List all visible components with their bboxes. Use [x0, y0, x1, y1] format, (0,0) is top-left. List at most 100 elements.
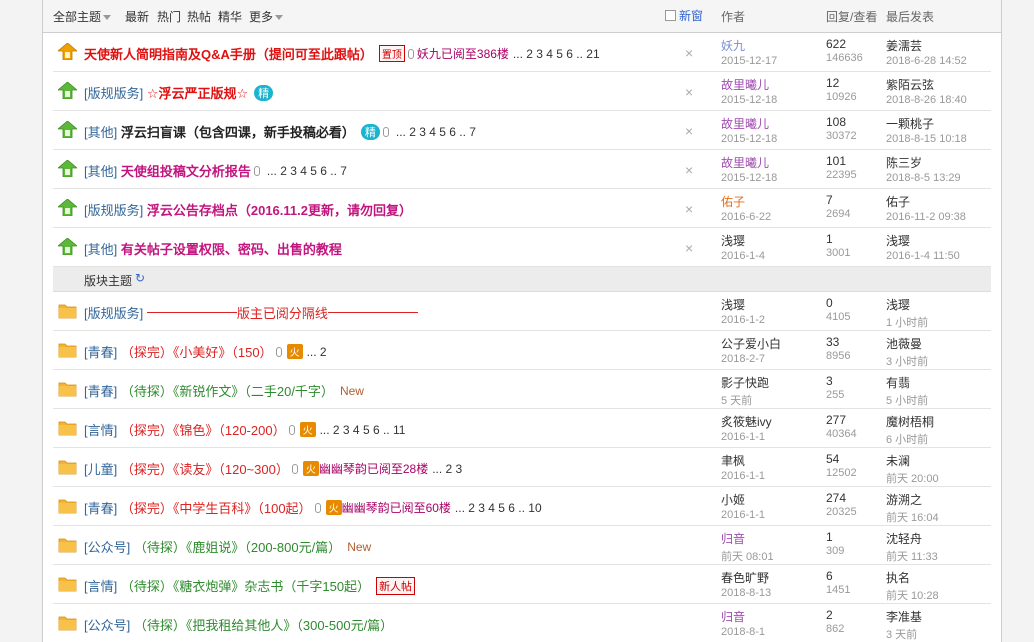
threads-row[interactable]: [言情] （待探）《糖衣炮弹》杂志书（千字150起） 新人帖 春色旷野 2018-8-…	[53, 565, 991, 604]
page-links[interactable]: ... 2 3 4 5 6 .. 11	[320, 423, 406, 437]
thread-category-link[interactable]: [版规版务]	[84, 306, 143, 321]
page-links[interactable]: ... 2 3 4 5 6 .. 10	[455, 501, 542, 515]
threads-row[interactable]: [青春] （待探）《新锐作文》（二手20/千字） New 影子快跑 5 天前 3 255 有…	[53, 370, 991, 409]
refresh-icon[interactable]: ↻	[135, 271, 145, 285]
thread-title-link[interactable]: （探完）《锦色》（120-200）	[121, 423, 286, 438]
author-name-link[interactable]: 炙筱魅ivy	[721, 413, 772, 430]
close-icon[interactable]: ×	[685, 162, 693, 178]
last-post-time-link[interactable]: 2018-8-26 18:40	[886, 94, 967, 106]
author-name-link[interactable]: 故里曦儿	[721, 76, 777, 93]
sticky-row[interactable]: [版规版务] ☆浮云严正版规☆ 精 × 故里曦儿 2015-12-18 12 10926 紫陌…	[53, 72, 991, 111]
page-links[interactable]: ... 2 3 4 5 6 .. 7	[396, 125, 476, 139]
sticky-row[interactable]: [其他] 天使组投稿文分析报告... 2 3 4 5 6 .. 7 × 故里曦儿 20…	[53, 150, 991, 189]
close-icon[interactable]: ×	[685, 45, 693, 61]
last-post-user-link[interactable]: 浅璎	[886, 296, 928, 313]
thread-category-link[interactable]: [公众号]	[84, 618, 130, 633]
author-name-link[interactable]: 春色旷野	[721, 569, 771, 586]
thread-category-link[interactable]: [其他]	[84, 242, 117, 257]
thread-title-link[interactable]: 天使组投稿文分析报告	[121, 164, 251, 179]
read-progress-link[interactable]: 幽幽琴韵已阅至28楼	[319, 462, 428, 476]
thread-category-link[interactable]: [版规版务]	[84, 203, 143, 218]
last-post-time-link[interactable]: 1 小时前	[886, 314, 928, 330]
last-post-time-link[interactable]: 2018-6-28 14:52	[886, 55, 967, 67]
sticky-row[interactable]: [其他] 浮云扫盲课（包含四课，新手投稿必看） 精 ... 2 3 4 5 6 ..…	[53, 111, 991, 150]
author-name-link[interactable]: 故里曦儿	[721, 154, 777, 171]
last-post-time-link[interactable]: 2018-8-5 13:29	[886, 172, 961, 184]
author-name-link[interactable]: 佑子	[721, 193, 771, 210]
thread-category-link[interactable]: [公众号]	[84, 540, 130, 555]
author-name-link[interactable]: 小姬	[721, 491, 765, 508]
thread-title-link[interactable]: （探完）《小美好》（150）	[121, 345, 273, 360]
sticky-row[interactable]: [其他] 有关帖子设置权限、密码、出售的教程 × 浅璎 2016-1-4 1 3001 浅璎…	[53, 228, 991, 267]
author-name-link[interactable]: 归音	[721, 608, 765, 625]
new-window-label[interactable]: 新窗	[679, 7, 703, 24]
close-icon[interactable]: ×	[685, 201, 693, 217]
thread-title-link[interactable]: （探完）《读友》（120~300）	[121, 462, 289, 477]
filter-hot-posts[interactable]: 热帖	[187, 8, 211, 25]
last-post-user-link[interactable]: 姜濡芸	[886, 37, 967, 54]
last-post-time-link[interactable]: 2016-11-2 09:38	[886, 211, 966, 223]
last-post-user-link[interactable]: 有翡	[886, 374, 928, 391]
thread-title-link[interactable]: ☆浮云严正版规☆	[147, 86, 248, 101]
thread-category-link[interactable]: [其他]	[84, 125, 117, 140]
last-post-time-link[interactable]: 5 小时前	[886, 392, 928, 408]
last-post-user-link[interactable]: 陈三岁	[886, 154, 961, 171]
thread-title-link[interactable]: （待探）《新锐作文》（二手20/千字）	[121, 384, 334, 399]
close-icon[interactable]: ×	[685, 84, 693, 100]
thread-category-link[interactable]: [言情]	[84, 579, 117, 594]
thread-title-link[interactable]: 浮云公告存档点（2016.11.2更新，请勿回复）	[147, 203, 412, 218]
last-post-time-link[interactable]: 2018-8-15 10:18	[886, 133, 967, 145]
read-progress-link[interactable]: 幽幽琴韵已阅至60楼	[342, 501, 451, 515]
thread-title-link[interactable]: 浮云扫盲课（包含四课，新手投稿必看）	[121, 125, 355, 140]
last-post-user-link[interactable]: 紫陌云弦	[886, 76, 967, 93]
thread-title-link[interactable]: 有关帖子设置权限、密码、出售的教程	[121, 242, 342, 257]
threads-row[interactable]: [版规版务] 版主已阅分隔线 浅璎 2016-1-2 0 4105 浅璎 1 小时前	[53, 292, 991, 331]
last-post-user-link[interactable]: 李准基	[886, 608, 922, 625]
thread-category-link[interactable]: [言情]	[84, 423, 117, 438]
author-name-link[interactable]: 浅璎	[721, 296, 765, 313]
thread-title-link[interactable]: 天使新人简明指南及Q&A手册（提问可至此跟帖）	[84, 47, 373, 62]
threads-row[interactable]: [言情] （探完）《锦色》（120-200） 火 ... 2 3 4 5 6 .. …	[53, 409, 991, 448]
author-name-link[interactable]: 公子爱小白	[721, 335, 781, 352]
author-name-link[interactable]: 浅璎	[721, 232, 765, 249]
last-post-time-link[interactable]: 前天 16:04	[886, 509, 939, 525]
all-topics-filter[interactable]: 全部主题	[53, 8, 112, 25]
thread-title-link[interactable]: （待探）《把我租给其他人》（300-500元/篇）	[134, 618, 393, 633]
author-name-link[interactable]: 归音	[721, 530, 774, 547]
last-post-user-link[interactable]: 魔树梧桐	[886, 413, 934, 430]
threads-row[interactable]: [公众号] （待探）《把我租给其他人》（300-500元/篇） 归音 2018-8-…	[53, 604, 991, 642]
thread-category-link[interactable]: [青春]	[84, 345, 117, 360]
last-post-user-link[interactable]: 执名	[886, 569, 939, 586]
thread-title-link[interactable]: （探完）《中学生百科》（100起）	[121, 501, 312, 516]
threads-row[interactable]: [儿童] （探完）《读友》（120~300） 火幽幽琴韵已阅至28楼 ... 2 3…	[53, 448, 991, 487]
thread-category-link[interactable]: [版规版务]	[84, 86, 143, 101]
last-post-user-link[interactable]: 浅璎	[886, 232, 960, 249]
last-post-time-link[interactable]: 3 天前	[886, 626, 922, 642]
last-post-time-link[interactable]: 前天 11:33	[886, 548, 938, 564]
author-name-link[interactable]: 故里曦儿	[721, 115, 777, 132]
last-post-time-link[interactable]: 6 小时前	[886, 431, 934, 447]
threads-row[interactable]: [青春] （探完）《小美好》（150） 火 ... 2 公子爱小白 2018-2-7 33…	[53, 331, 991, 370]
last-post-user-link[interactable]: 一颗桃子	[886, 115, 967, 132]
page-links[interactable]: ... 2 3 4 5 6 .. 21	[513, 47, 600, 61]
last-post-time-link[interactable]: 2016-1-4 11:50	[886, 250, 960, 262]
thread-category-link[interactable]: [儿童]	[84, 462, 117, 477]
filter-hot[interactable]: 热门	[157, 8, 181, 25]
read-progress-link[interactable]: 妖九已阅至386楼	[417, 47, 509, 61]
page-links[interactable]: ... 2 3 4 5 6 .. 7	[267, 164, 347, 178]
last-post-user-link[interactable]: 沈轻舟	[886, 530, 938, 547]
author-name-link[interactable]: 聿枫	[721, 452, 765, 469]
last-post-time-link[interactable]: 3 小时前	[886, 353, 928, 369]
sticky-row[interactable]: 天使新人简明指南及Q&A手册（提问可至此跟帖） 置顶 妖九已阅至386楼 ... 2 …	[53, 33, 991, 72]
last-post-time-link[interactable]: 前天 20:00	[886, 470, 939, 486]
author-name-link[interactable]: 影子快跑	[721, 374, 769, 391]
last-post-time-link[interactable]: 前天 10:28	[886, 587, 939, 603]
close-icon[interactable]: ×	[685, 123, 693, 139]
page-links[interactable]: ... 2 3	[432, 462, 462, 476]
last-post-user-link[interactable]: 游溯之	[886, 491, 939, 508]
filter-digest[interactable]: 精华	[218, 8, 242, 25]
thread-category-link[interactable]: [青春]	[84, 384, 117, 399]
sticky-row[interactable]: [版规版务] 浮云公告存档点（2016.11.2更新，请勿回复） × 佑子 2016-…	[53, 189, 991, 228]
thread-title-link[interactable]: （待探）《糖衣炮弹》杂志书（千字150起）	[121, 579, 370, 594]
threads-row[interactable]: [公众号] （待探）《鹿姐说》（200-800元/篇） New 归音 前天 08:01…	[53, 526, 991, 565]
